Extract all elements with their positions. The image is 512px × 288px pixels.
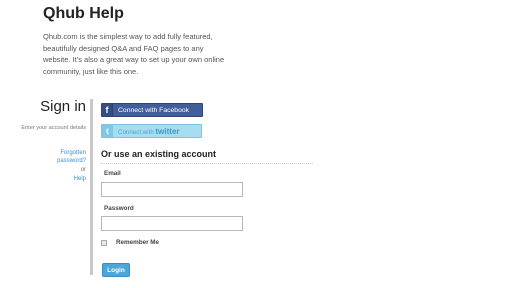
signin-hint: Enter your account details xyxy=(21,125,86,131)
connect-facebook-button[interactable]: f Connect with Facebook xyxy=(101,103,203,117)
site-title: Qhub Help xyxy=(43,5,124,22)
intro-text: Qhub.com is the simplest way to add full… xyxy=(43,32,225,76)
twitter-button-prefix: Connect with xyxy=(118,128,154,136)
help-link[interactable]: Help xyxy=(74,176,86,182)
remember-me-label: Remember Me xyxy=(116,239,160,246)
signin-title: Sign in xyxy=(40,98,86,115)
connect-twitter-button[interactable]: t Connect with twitter xyxy=(101,124,202,138)
remember-me-checkbox[interactable] xyxy=(101,240,107,246)
twitter-icon: t xyxy=(102,125,113,137)
or-text: or xyxy=(80,167,86,173)
facebook-icon: f xyxy=(102,104,113,116)
twitter-button-label: Connect with twitter xyxy=(118,127,180,136)
forgot-password-link[interactable]: Forgotten password? xyxy=(36,149,86,165)
password-label: Password xyxy=(104,205,134,212)
login-button[interactable]: Login xyxy=(102,263,130,277)
email-label: Email xyxy=(104,170,121,177)
dotted-separator xyxy=(101,163,313,164)
twitter-wordmark: twitter xyxy=(155,126,180,136)
vertical-divider xyxy=(90,99,93,275)
existing-account-heading: Or use an existing account xyxy=(101,149,217,159)
password-field[interactable] xyxy=(101,216,243,231)
email-field[interactable] xyxy=(101,182,243,197)
facebook-button-label: Connect with Facebook xyxy=(118,106,190,114)
